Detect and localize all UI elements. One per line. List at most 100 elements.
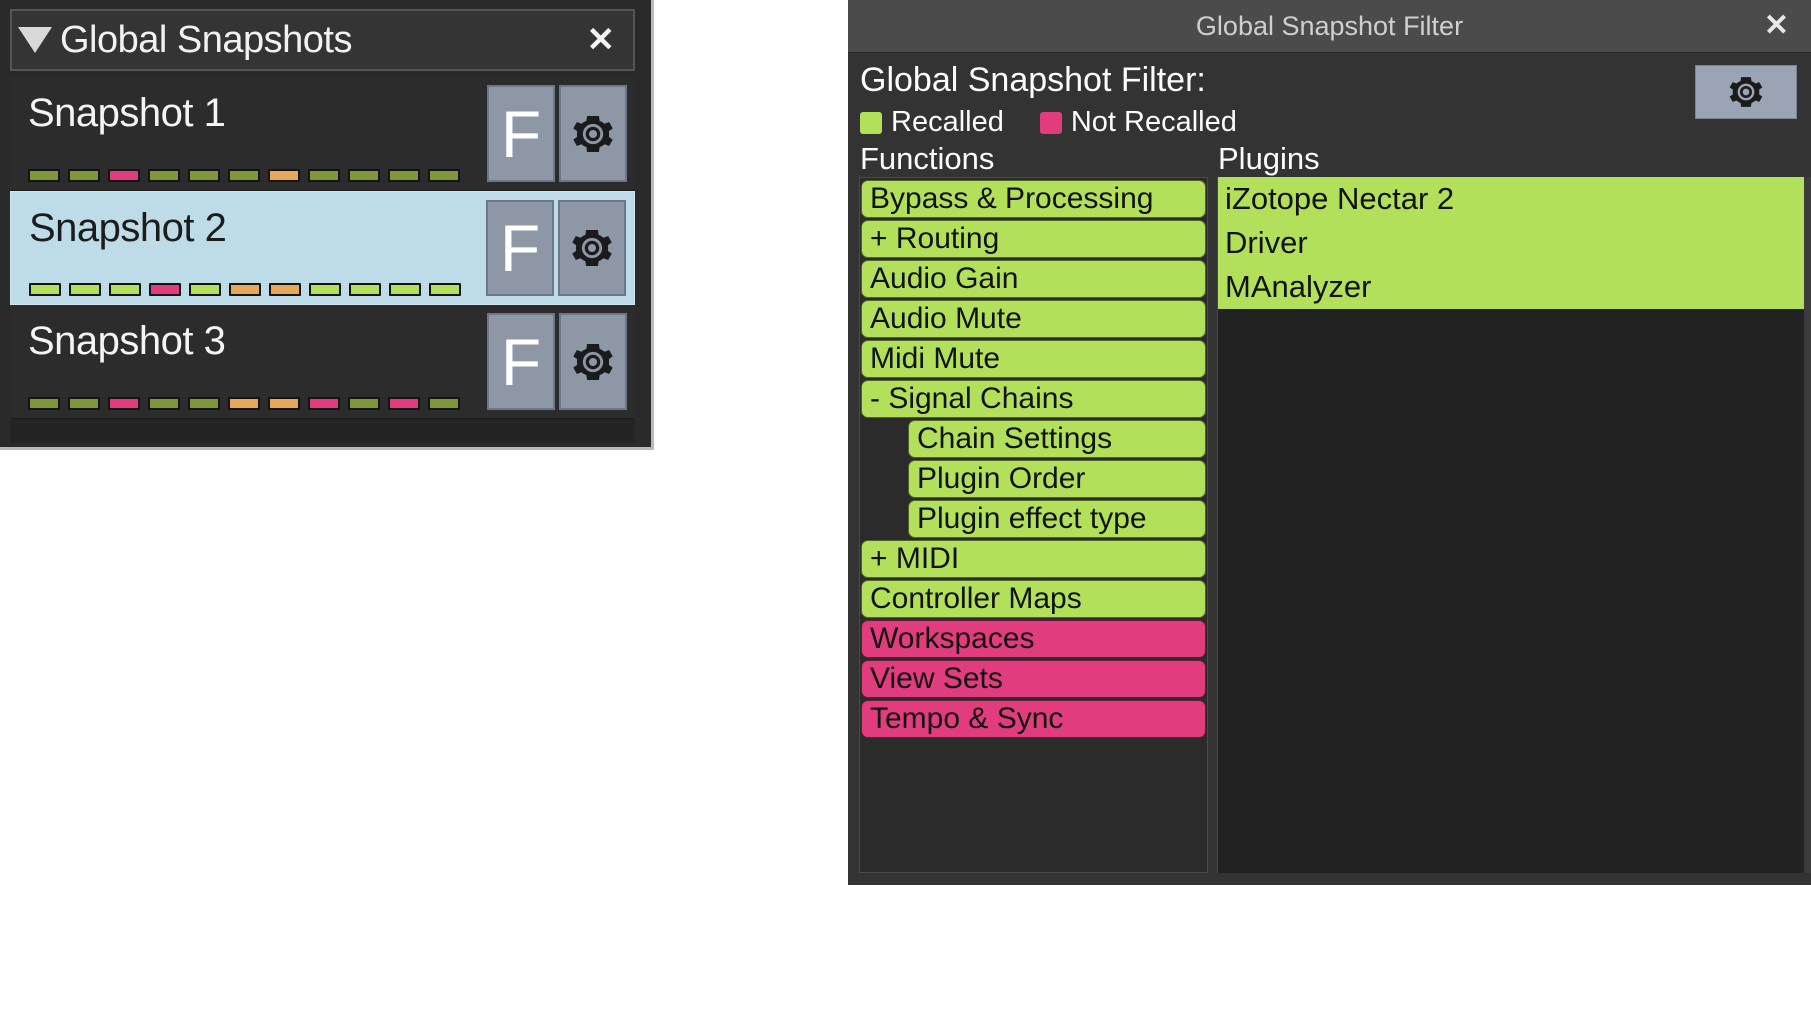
close-icon[interactable]: ✕	[1764, 11, 1789, 41]
function-filter-label: Controller Maps	[870, 582, 1082, 615]
snapshot-led-strip	[28, 169, 460, 182]
snapshot-name: Snapshot 3	[28, 319, 226, 363]
led-indicator	[309, 283, 341, 296]
function-filter-item[interactable]: Controller Maps	[861, 580, 1206, 618]
function-filter-item[interactable]: Midi Mute	[861, 340, 1206, 378]
plugins-list: iZotope Nectar 2 Driver MAnalyzer	[1217, 177, 1805, 873]
snapshot-filter-button-label: F	[500, 96, 542, 171]
led-indicator	[29, 283, 61, 296]
snapshot-filter-button[interactable]: F	[486, 200, 554, 296]
filter-window-body: Global Snapshot Filter: Recalled Not Reca…	[848, 53, 1811, 885]
legend-item: Recalled	[860, 106, 1004, 139]
led-indicator	[108, 397, 140, 410]
snapshot-settings-button[interactable]	[559, 85, 627, 182]
function-filter-label: + Routing	[870, 222, 1000, 255]
function-filter-label: + MIDI	[870, 542, 960, 575]
snapshot-filter-button-label: F	[500, 324, 542, 399]
function-filter-item[interactable]: + MIDI	[861, 540, 1206, 578]
led-indicator	[228, 397, 260, 410]
legend-label: Not Recalled	[1070, 106, 1237, 138]
function-filter-item[interactable]: Plugin Order	[908, 460, 1206, 498]
function-filter-item[interactable]: - Signal Chains	[861, 380, 1206, 418]
function-filter-item[interactable]: Tempo & Sync	[861, 700, 1206, 738]
function-filter-item[interactable]: Chain Settings	[908, 420, 1206, 458]
snapshot-filter-button[interactable]: F	[487, 313, 555, 410]
snapshot-row[interactable]: Snapshot 2 F	[10, 191, 635, 305]
snapshot-filter-button-label: F	[499, 211, 541, 285]
led-indicator	[69, 283, 101, 296]
filter-legend: Recalled Not Recalled	[860, 106, 1237, 139]
function-filter-item[interactable]: View Sets	[861, 660, 1206, 698]
legend-label: Recalled	[891, 106, 1004, 138]
led-indicator	[68, 397, 100, 410]
filter-settings-button[interactable]	[1695, 65, 1797, 119]
function-filter-label: Audio Mute	[870, 302, 1022, 335]
gear-icon	[572, 229, 612, 267]
function-filter-label: Plugin Order	[917, 462, 1086, 495]
led-indicator	[428, 169, 460, 182]
function-filter-item[interactable]: Plugin effect type	[908, 500, 1206, 538]
led-indicator	[28, 397, 60, 410]
led-indicator	[268, 169, 300, 182]
close-icon[interactable]: ✕	[577, 23, 626, 57]
snapshot-name: Snapshot 2	[29, 206, 227, 250]
plugin-filter-group: iZotope Nectar 2 Driver MAnalyzer	[1218, 177, 1805, 309]
snapshot-settings-button[interactable]	[559, 313, 627, 410]
legend-item: Not Recalled	[1039, 106, 1237, 139]
function-filter-item[interactable]: Bypass & Processing	[861, 180, 1206, 218]
plugin-filter-label: MAnalyzer	[1225, 269, 1372, 304]
function-filter-item[interactable]: + Routing	[861, 220, 1206, 258]
plugins-scrollbar[interactable]	[1804, 177, 1811, 873]
snapshot-row-main[interactable]: Snapshot 2	[11, 192, 486, 304]
global-snapshot-filter-window: Global Snapshot Filter ✕ Global Snapshot…	[848, 0, 1811, 885]
snapshot-row-main[interactable]: Snapshot 3	[10, 305, 487, 418]
plugin-filter-item[interactable]: iZotope Nectar 2	[1218, 177, 1805, 221]
led-indicator	[388, 169, 420, 182]
snapshot-list: Snapshot 1 F Snapshot 2 F Snapshot 3 F	[10, 77, 635, 443]
global-snapshots-panel: Global Snapshots ✕ Snapshot 1 F Snapshot 2…	[0, 0, 654, 450]
led-indicator	[188, 397, 220, 410]
snapshot-name: Snapshot 1	[28, 91, 226, 135]
snapshot-row[interactable]: Snapshot 3 F	[10, 305, 635, 419]
snapshot-led-strip	[29, 283, 461, 296]
led-indicator	[308, 169, 340, 182]
snapshot-row[interactable]: Snapshot 1 F	[10, 77, 635, 191]
functions-column-heading: Functions	[860, 141, 995, 176]
function-filter-item[interactable]: Workspaces	[861, 620, 1206, 658]
led-indicator	[149, 283, 181, 296]
snapshot-row-main[interactable]: Snapshot 1	[10, 77, 487, 190]
snapshot-led-strip	[28, 397, 460, 410]
plugins-column-heading: Plugins	[1218, 141, 1320, 176]
led-indicator	[188, 169, 220, 182]
page-title: Global Snapshots	[60, 18, 352, 61]
filter-window-title: Global Snapshot Filter	[1195, 10, 1464, 41]
plugin-filter-item[interactable]: Driver	[1218, 221, 1805, 265]
triangle-down-icon[interactable]	[18, 27, 52, 53]
snapshot-settings-button[interactable]	[558, 200, 626, 296]
function-filter-label: Audio Gain	[870, 262, 1019, 295]
function-filter-item[interactable]: Audio Mute	[861, 300, 1206, 338]
screen-root: Global Snapshots ✕ Snapshot 1 F Snapshot 2…	[0, 0, 1811, 1017]
led-indicator	[268, 397, 300, 410]
led-indicator	[429, 283, 461, 296]
function-filter-label: Bypass & Processing	[870, 182, 1154, 215]
function-filter-label: Plugin effect type	[917, 502, 1147, 535]
legend-swatch	[860, 111, 882, 134]
function-filter-label: Tempo & Sync	[870, 702, 1064, 735]
snapshot-filter-button[interactable]: F	[487, 85, 555, 182]
led-indicator	[349, 283, 381, 296]
led-indicator	[148, 169, 180, 182]
gear-icon	[1729, 77, 1763, 107]
gear-icon	[573, 343, 613, 380]
legend-swatch	[1039, 111, 1062, 134]
led-indicator	[189, 283, 221, 296]
led-indicator	[269, 283, 301, 296]
led-indicator	[148, 397, 180, 410]
led-indicator	[109, 283, 141, 296]
plugin-filter-item[interactable]: MAnalyzer	[1218, 265, 1805, 309]
function-filter-item[interactable]: Audio Gain	[861, 260, 1206, 298]
led-indicator	[68, 169, 100, 182]
gear-icon	[573, 115, 613, 152]
led-indicator	[389, 283, 421, 296]
plugin-filter-label: iZotope Nectar 2	[1225, 181, 1455, 216]
